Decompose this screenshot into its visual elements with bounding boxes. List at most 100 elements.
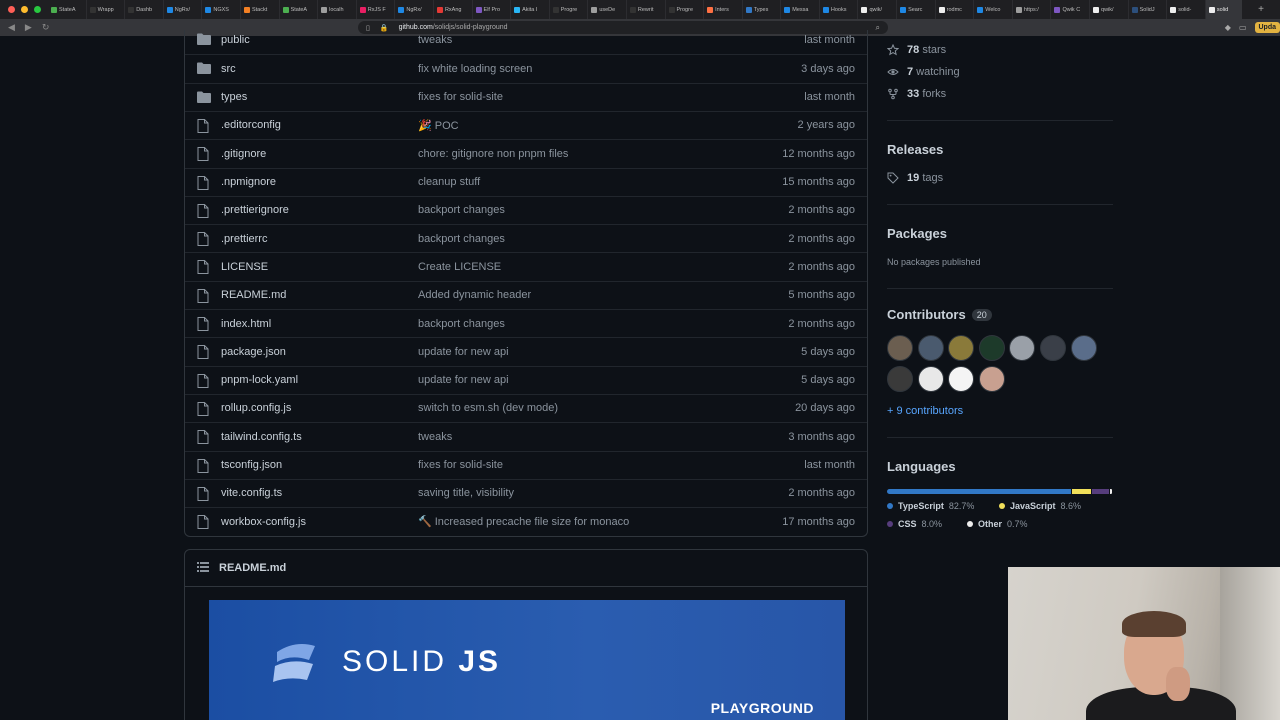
file-name-link[interactable]: package.json	[221, 346, 286, 358]
avatar[interactable]	[978, 366, 1005, 392]
avatar[interactable]	[1040, 335, 1066, 361]
browser-tab[interactable]: NGXS	[202, 0, 241, 19]
browser-tab[interactable]: https:/	[1013, 0, 1052, 19]
file-name-link[interactable]: src	[221, 63, 236, 75]
table-row[interactable]: workbox-config.js 🔨 Increased precache fi…	[185, 507, 867, 535]
commit-message-link[interactable]: backport changes	[418, 318, 505, 330]
list-icon[interactable]	[197, 561, 209, 575]
commit-message-link[interactable]: tweaks	[418, 431, 452, 443]
browser-tab[interactable]: Messa	[781, 0, 820, 19]
releases-title[interactable]: Releases	[887, 142, 943, 157]
browser-tab[interactable]: solid-	[1167, 0, 1206, 19]
commit-message-link[interactable]: Create LICENSE	[418, 261, 501, 273]
avatar[interactable]	[887, 335, 913, 361]
commit-message-link[interactable]: 🔨 Increased precache file size for monac…	[418, 515, 629, 528]
browser-tab[interactable]: StateA	[48, 0, 87, 19]
commit-message-link[interactable]: cleanup stuff	[418, 176, 480, 188]
minimize-window-button[interactable]	[21, 6, 28, 13]
browser-tab[interactable]: Types	[743, 0, 782, 19]
browser-tab[interactable]: solid	[1205, 0, 1242, 19]
commit-message-link[interactable]: chore: gitignore non pnpm files	[418, 148, 568, 160]
file-name-link[interactable]: pnpm-lock.yaml	[221, 374, 298, 386]
browser-tab[interactable]: Hooks	[820, 0, 859, 19]
table-row[interactable]: rollup.config.js switch to esm.sh (dev mo…	[185, 393, 867, 422]
avatar[interactable]	[887, 366, 913, 392]
browser-tab[interactable]: Stackt	[241, 0, 280, 19]
table-row[interactable]: .prettierrc backport changes 2 months ago	[185, 224, 867, 252]
table-row[interactable]: tsconfig.json fixes for solid-site last mo…	[185, 450, 867, 479]
browser-tab[interactable]: Rewrit	[627, 0, 666, 19]
language-item[interactable]: CSS 8.0%	[887, 519, 942, 529]
browser-tab[interactable]: StateA	[280, 0, 319, 19]
avatar[interactable]	[917, 366, 944, 392]
browser-tab[interactable]: Progre	[550, 0, 589, 19]
contributors-title[interactable]: Contributors 20	[887, 307, 992, 322]
browser-tab[interactable]: RxJS F	[357, 0, 396, 19]
browser-tab[interactable]: Dashb	[125, 0, 164, 19]
avatar[interactable]	[1070, 335, 1097, 361]
language-item[interactable]: JavaScript 8.6%	[999, 501, 1081, 511]
readme-title[interactable]: README.md	[219, 562, 286, 574]
browser-tab[interactable]: qwik/	[1090, 0, 1129, 19]
commit-message-link[interactable]: update for new api	[418, 374, 509, 386]
avatar[interactable]	[978, 335, 1005, 361]
browser-tab[interactable]: Akita I	[511, 0, 550, 19]
forks-link[interactable]: 33 forks	[887, 88, 946, 100]
file-name-link[interactable]: workbox-config.js	[221, 516, 306, 528]
file-name-link[interactable]: .prettierignore	[221, 204, 289, 216]
browser-tab[interactable]: useDe	[588, 0, 627, 19]
avatar[interactable]	[1009, 335, 1036, 361]
reload-icon[interactable]: ↻	[42, 22, 50, 33]
file-name-link[interactable]: index.html	[221, 318, 271, 330]
back-icon[interactable]: ◀	[8, 22, 15, 33]
commit-message-link[interactable]: fixes for solid-site	[418, 459, 503, 471]
table-row[interactable]: package.json update for new api 5 days ago	[185, 337, 867, 365]
file-name-link[interactable]: vite.config.ts	[221, 487, 282, 499]
file-name-link[interactable]: .npmignore	[221, 176, 276, 188]
table-row[interactable]: LICENSE Create LICENSE 2 months ago	[185, 252, 867, 280]
commit-message-link[interactable]: backport changes	[418, 204, 505, 216]
sidebar-icon[interactable]: ▭	[1239, 23, 1247, 32]
maximize-window-button[interactable]	[34, 6, 41, 13]
language-item[interactable]: Other 0.7%	[967, 519, 1028, 529]
browser-tab[interactable]: Inters	[704, 0, 743, 19]
file-name-link[interactable]: .gitignore	[221, 148, 266, 160]
file-name-link[interactable]: tsconfig.json	[221, 459, 282, 471]
table-row[interactable]: public tweaks last month	[185, 26, 867, 54]
browser-tab[interactable]: Elf Pro	[473, 0, 512, 19]
close-window-button[interactable]	[8, 6, 15, 13]
table-row[interactable]: types fixes for solid-site last month	[185, 82, 867, 111]
watchers-link[interactable]: 7 watching	[887, 66, 960, 78]
zoom-icon[interactable]: ⌕	[876, 23, 880, 33]
file-name-link[interactable]: .prettierrc	[221, 233, 267, 245]
browser-tab[interactable]: Searc	[897, 0, 936, 19]
browser-tab[interactable]: Progre	[666, 0, 705, 19]
table-row[interactable]: .prettierignore backport changes 2 months …	[185, 195, 867, 224]
forward-icon[interactable]: ▶	[25, 22, 32, 33]
avatar[interactable]	[948, 335, 975, 361]
update-button[interactable]: Upda	[1254, 22, 1280, 33]
commit-message-link[interactable]: fixes for solid-site	[418, 91, 503, 103]
table-row[interactable]: src fix white loading screen 3 days ago	[185, 54, 867, 82]
browser-tab[interactable]: Qwik C	[1051, 0, 1091, 19]
file-name-link[interactable]: LICENSE	[221, 261, 268, 273]
packages-title[interactable]: Packages	[887, 226, 947, 241]
browser-tab[interactable]: RxAng	[434, 0, 473, 19]
commit-message-link[interactable]: tweaks	[418, 34, 452, 46]
commit-message-link[interactable]: update for new api	[418, 346, 509, 358]
commit-message-link[interactable]: 🎉 POC	[418, 119, 459, 132]
table-row[interactable]: vite.config.ts saving title, visibility 2 …	[185, 478, 867, 507]
table-row[interactable]: .gitignore chore: gitignore non pnpm file…	[185, 139, 867, 167]
table-row[interactable]: pnpm-lock.yaml update for new api 5 days a…	[185, 365, 867, 394]
avatar[interactable]	[948, 366, 975, 392]
browser-tab[interactable]: SolidJ	[1129, 0, 1168, 19]
browser-tab[interactable]: Welco	[974, 0, 1013, 19]
extension-icon[interactable]: ◆	[1225, 23, 1231, 32]
tags-link[interactable]: 19 tags	[887, 172, 943, 184]
file-name-link[interactable]: types	[221, 91, 247, 103]
stars-link[interactable]: 78 stars	[887, 44, 946, 56]
browser-tab[interactable]: localh	[318, 0, 357, 19]
commit-message-link[interactable]: saving title, visibility	[418, 487, 514, 499]
commit-message-link[interactable]: fix white loading screen	[418, 63, 532, 75]
browser-tab[interactable]: rodmc	[936, 0, 975, 19]
